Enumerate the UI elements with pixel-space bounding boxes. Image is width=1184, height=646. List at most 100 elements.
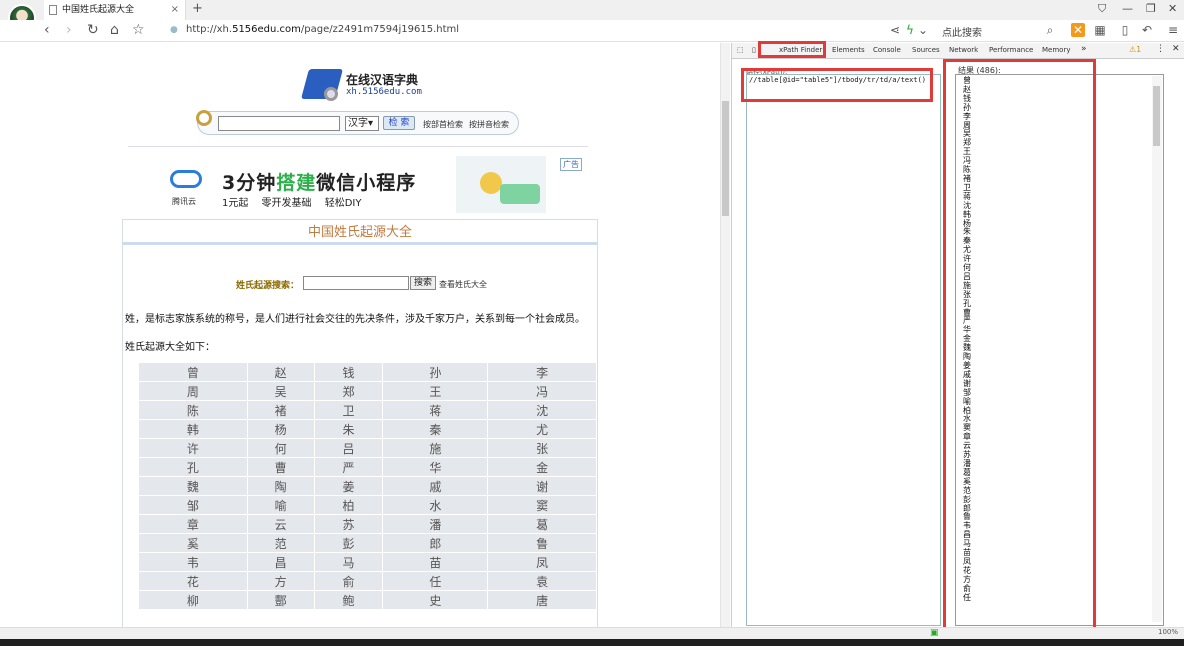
zoom-level[interactable]: 100% [1158,628,1178,636]
device-icon[interactable]: ▯ [752,46,756,54]
surname-cell[interactable]: 昌 [247,553,314,571]
surname-cell[interactable]: 喻 [247,496,314,514]
surname-cell[interactable]: 鲁 [488,534,596,552]
inspect-icon[interactable]: ⬚ [737,46,744,54]
surname-cell[interactable]: 葛 [488,515,596,533]
surname-cell[interactable]: 严 [314,458,383,476]
surname-cell[interactable]: 金 [488,458,596,476]
more-tabs-icon[interactable]: » [1081,44,1087,54]
tab-close-icon[interactable]: × [171,0,179,20]
surname-cell[interactable]: 朱 [314,420,383,438]
surname-cell[interactable]: 张 [488,439,596,457]
new-tab-button[interactable]: + [192,1,203,16]
surname-cell[interactable]: 鲍 [314,591,383,609]
surname-cell[interactable]: 柏 [314,496,383,514]
home-icon[interactable]: ⌂ [110,22,119,38]
surname-cell[interactable]: 潘 [383,515,488,533]
apps-grid-icon[interactable]: ▦ [1093,23,1107,37]
surname-cell[interactable]: 章 [139,515,247,533]
surname-cell[interactable]: 何 [247,439,314,457]
tab-sources[interactable]: Sources [912,46,940,54]
results-scrollbar-thumb[interactable] [1153,86,1160,146]
surname-cell[interactable]: 韦 [139,553,247,571]
surname-cell[interactable]: 褚 [247,401,314,419]
share-icon[interactable]: ⋖ [888,23,902,37]
surname-cell[interactable]: 凤 [488,553,596,571]
surname-cell[interactable]: 吕 [314,439,383,457]
tablet-icon[interactable]: ▯ [1118,23,1132,37]
surname-cell[interactable]: 杨 [247,420,314,438]
surname-cell[interactable]: 曾 [139,363,247,381]
status-check-icon[interactable]: ▣ [930,628,939,638]
xpath-input-box[interactable] [746,74,941,626]
surname-cell[interactable]: 彭 [314,534,383,552]
surname-cell[interactable]: 范 [247,534,314,552]
surname-cell[interactable]: 吴 [247,382,314,400]
surname-cell[interactable]: 沈 [488,401,596,419]
surname-cell[interactable]: 郎 [383,534,488,552]
surname-cell[interactable]: 方 [247,572,314,590]
ad-banner[interactable]: 腾讯云 3分钟搭建微信小程序 1元起 零开发基础 轻松DIY 广告 [136,156,584,213]
surname-cell[interactable]: 陶 [247,477,314,495]
surname-cell[interactable]: 韩 [139,420,247,438]
surname-cell[interactable]: 姜 [314,477,383,495]
surname-cell[interactable]: 唐 [488,591,596,609]
surname-cell[interactable]: 酆 [247,591,314,609]
surname-cell[interactable]: 卫 [314,401,383,419]
dictionary-search-input[interactable] [218,116,340,131]
surname-cell[interactable]: 魏 [139,477,247,495]
back-icon[interactable]: ‹ [44,22,50,38]
bookmark-star-icon[interactable]: ☆ [132,22,145,38]
surname-cell[interactable]: 邹 [139,496,247,514]
surname-search-button[interactable]: 搜索 [410,276,436,290]
surname-cell[interactable]: 蒋 [383,401,488,419]
surname-cell[interactable]: 史 [383,591,488,609]
pinyin-search-link[interactable]: 按拼音检索 [469,119,509,130]
surname-cell[interactable]: 秦 [383,420,488,438]
reload-icon[interactable]: ↻ [87,22,99,38]
surname-cell[interactable]: 苏 [314,515,383,533]
maximize-button[interactable]: ❐ [1146,2,1156,15]
surname-cell[interactable]: 奚 [139,534,247,552]
surname-cell[interactable]: 钱 [314,363,383,381]
results-scrollbar[interactable] [1152,76,1162,622]
tab-console[interactable]: Console [873,46,901,54]
chevron-down-icon[interactable]: ⌄ [916,23,930,37]
surname-cell[interactable]: 孔 [139,458,247,476]
browser-tab[interactable]: 中国姓氏起源大全 × [44,0,186,20]
undo-icon[interactable]: ↶ [1140,23,1154,37]
surname-cell[interactable]: 俞 [314,572,383,590]
shirt-icon[interactable]: ⛉ [1098,2,1106,16]
page-scrollbar[interactable] [720,43,730,627]
surname-cell[interactable]: 花 [139,572,247,590]
surname-cell[interactable]: 陈 [139,401,247,419]
surname-cell[interactable]: 苗 [383,553,488,571]
dictionary-search-button[interactable]: 检 索 [383,116,415,130]
page-scrollbar-thumb[interactable] [722,101,729,216]
surname-cell[interactable]: 孙 [383,363,488,381]
tab-network[interactable]: Network [949,46,978,54]
forward-icon[interactable]: › [66,22,72,38]
surname-cell[interactable]: 华 [383,458,488,476]
surname-cell[interactable]: 李 [488,363,596,381]
minimize-button[interactable]: — [1122,2,1133,15]
view-all-surnames-link[interactable]: 查看姓氏大全 [439,279,487,290]
radical-search-link[interactable]: 按部首检索 [423,119,463,130]
surname-cell[interactable]: 郑 [314,382,383,400]
lang-select[interactable]: 汉字▾ [345,116,379,131]
surname-cell[interactable]: 尤 [488,420,596,438]
kebab-menu-icon[interactable]: ⋮ [1156,44,1165,54]
search-box[interactable]: 点此搜索 [942,24,982,39]
surname-cell[interactable]: 赵 [247,363,314,381]
search-icon[interactable]: ⌕ [1043,23,1057,37]
surname-cell[interactable]: 王 [383,382,488,400]
close-devtools-icon[interactable]: ✕ [1172,44,1180,54]
tab-memory[interactable]: Memory [1042,46,1070,54]
surname-search-input[interactable] [303,276,409,290]
close-window-button[interactable]: ✕ [1168,2,1177,15]
tab-elements[interactable]: Elements [832,46,865,54]
tab-performance[interactable]: Performance [989,46,1033,54]
surname-cell[interactable]: 窦 [488,496,596,514]
surname-cell[interactable]: 冯 [488,382,596,400]
extension-icon[interactable]: ✕ [1071,23,1085,37]
